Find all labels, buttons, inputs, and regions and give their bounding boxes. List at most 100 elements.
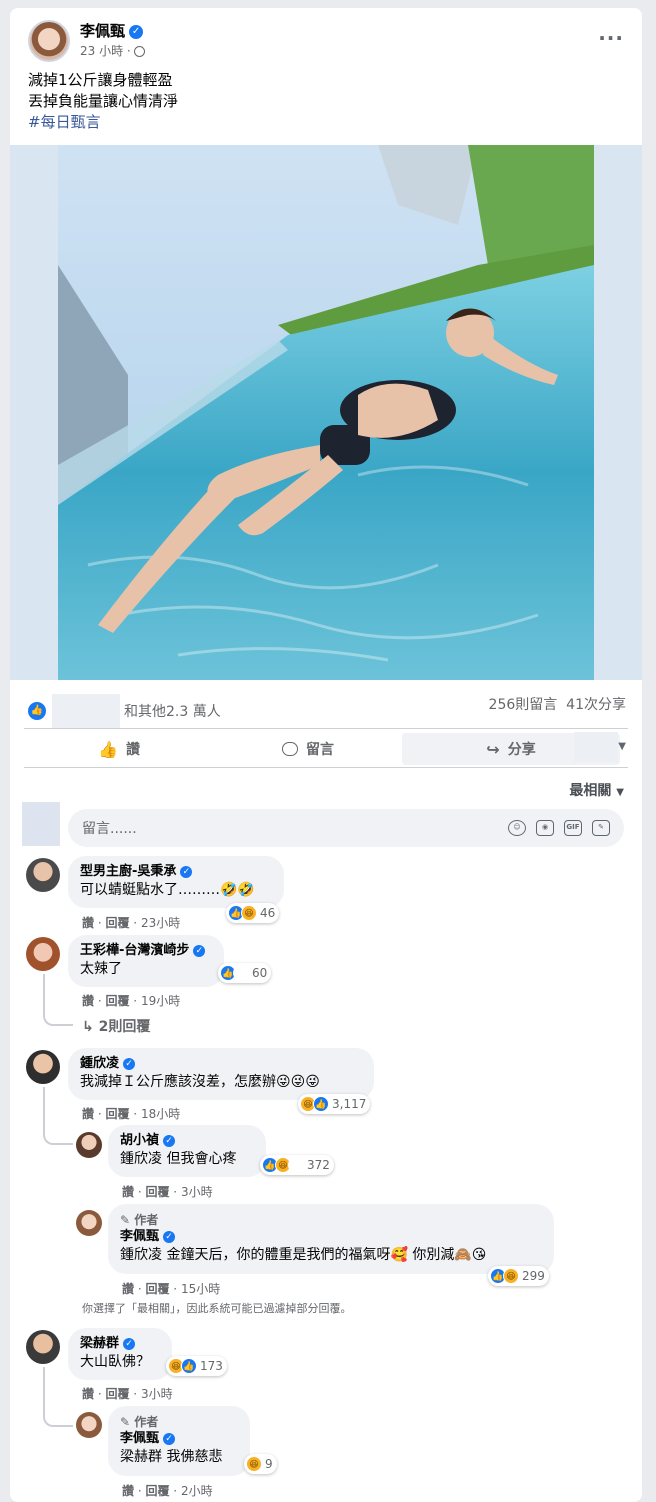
reply-text-row: 鍾欣凌 金鐘天后，你的體重是我們的福氣呀🥰 你別減🙈😘 [120,1246,542,1265]
commenter-name[interactable]: 型男主廚-吳秉承 [80,864,176,879]
reply-like-link[interactable]: 讚 [122,1282,134,1296]
reaction-count: 9 [265,1457,273,1471]
reaction-count: 和其他2.3 萬人 [124,704,221,720]
comment-reactions[interactable]: 👍 😆 46 [226,903,280,923]
verified-icon: ✓ [163,1230,176,1243]
reaction-summary[interactable]: 👍 和其他2.3 萬人 [28,694,221,728]
sticker-icon[interactable]: ✎ [592,820,610,836]
comment-reply-link[interactable]: 回覆 [105,1387,129,1401]
reply-like-link[interactable]: 讚 [122,1484,134,1498]
sort-label: 最相關 [569,783,612,799]
commenter-avatar[interactable] [26,1050,60,1084]
comment-like-link[interactable]: 讚 [82,1107,94,1121]
chevron-down-icon[interactable]: ▼ [618,741,626,752]
replier-avatar[interactable] [76,1132,102,1158]
love-reaction-icon [288,1157,304,1173]
emoji-icon[interactable]: ☺ [508,820,526,836]
blurred-name [52,694,120,728]
reply-reactions[interactable]: 👍 😆 299 [488,1266,549,1286]
verified-icon: ✓ [180,865,193,878]
comment-like-link[interactable]: 讚 [82,916,94,930]
commenter-avatar[interactable] [26,937,60,971]
verified-icon: ✓ [193,944,206,957]
post-time[interactable]: 23 小時 [80,44,123,58]
globe-icon [133,46,145,57]
like-reaction-icon: 👍 [28,702,46,720]
author-row: 李佩甄 ✓ [80,20,144,41]
comment-reactions[interactable]: 😆 👍 3,117 [298,1094,371,1114]
comment-actions: 讚 · 回覆 · 3小時 [82,1387,173,1401]
replier-name[interactable]: 李佩甄 [120,1229,159,1244]
commenter-name[interactable]: 王彩樺-台灣濱崎步 [80,943,189,958]
comment-time[interactable]: 18小時 [141,1107,180,1121]
mention-link[interactable]: 鍾欣凌 [120,1247,162,1263]
hashtag-link[interactable]: #每日甄言 [28,112,178,133]
author-badge-label: 作者 [134,1213,159,1227]
camera-icon[interactable]: ◉ [536,820,554,836]
mention-link[interactable]: 梁赫群 [120,1449,162,1465]
comment-reply-link[interactable]: 回覆 [105,916,129,930]
commenter-avatar[interactable] [26,1330,60,1364]
more-options-button[interactable]: ··· [598,26,624,50]
reply-actions: 讚 · 回覆 · 3小時 [122,1185,213,1199]
replier-avatar[interactable] [76,1412,102,1438]
comment-reply-link[interactable]: 回覆 [105,994,129,1008]
reply-like-link[interactable]: 讚 [122,1185,134,1199]
post-meta: 23 小時 · [80,42,145,59]
mention-link[interactable]: 鍾欣凌 [120,1151,162,1167]
like-reaction-icon: 👍 [313,1096,329,1112]
reply-time[interactable]: 3小時 [181,1185,213,1199]
commenter-name-row: 鍾欣凌 ✓ [80,1055,362,1073]
like-button[interactable]: 👍 讚 [24,733,214,765]
verified-icon: ✓ [123,1337,136,1350]
reply-reactions[interactable]: 👍 😆 372 [260,1155,334,1175]
commenter-name[interactable]: 梁赫群 [80,1336,119,1351]
reply-text: 金鐘天后，你的體重是我們的福氣呀🥰 你別減🙈😘 [166,1247,487,1263]
share-count-link[interactable]: 41次分享 [566,697,626,713]
view-replies-link[interactable]: ↳ 2則回覆 [82,1016,150,1036]
comment-text: 大山臥佛？ [80,1354,150,1370]
commenter-name-row: 型男主廚-吳秉承 ✓ [80,863,272,881]
reaction-count: 372 [307,1158,330,1172]
comment-reactions[interactable]: 😆 👍 173 [166,1356,227,1376]
reply-reactions[interactable]: 😆 9 [244,1454,277,1474]
reply-reply-link[interactable]: 回覆 [145,1282,169,1296]
comment-time[interactable]: 3小時 [141,1387,173,1401]
replier-name[interactable]: 李佩甄 [120,1431,159,1446]
author-name[interactable]: 李佩甄 [80,22,125,40]
gif-icon[interactable]: GIF [564,820,582,836]
verified-icon: ✓ [129,24,144,39]
reply-time[interactable]: 15小時 [181,1282,220,1296]
comment-sort-dropdown[interactable]: 最相關 ▼ [569,780,624,800]
comment-like-link[interactable]: 讚 [82,994,94,1008]
replier-name[interactable]: 胡小禎 [120,1133,159,1148]
verified-icon: ✓ [123,1057,136,1070]
comment-like-link[interactable]: 讚 [82,1387,94,1401]
comment-time[interactable]: 19小時 [141,994,180,1008]
comment-time[interactable]: 23小時 [141,916,180,930]
comment-reply-link[interactable]: 回覆 [105,1107,129,1121]
pool-photo-illustration [58,145,594,680]
post-card: 李佩甄 ✓ 23 小時 · ··· 減掉1公斤讓身體輕盈 丟掉負能量讓心情清淨 #… [10,8,642,1502]
thread-connector [43,1087,73,1145]
like-label: 讚 [125,742,140,758]
post-photo[interactable] [58,145,594,680]
pencil-icon: ✎ [120,1415,131,1429]
reply-actions: 讚 · 回覆 · 15小時 [122,1282,221,1296]
comment-button[interactable]: 留言 [214,733,402,765]
commenter-name[interactable]: 鍾欣凌 [80,1056,119,1071]
comment-reactions[interactable]: 👍 60 [218,963,272,983]
comment-count-link[interactable]: 256則留言 [489,697,558,713]
reply-time[interactable]: 2小時 [181,1484,213,1498]
reply-reply-link[interactable]: 回覆 [145,1185,169,1199]
comment-bubble-icon [282,742,298,756]
comment-input[interactable]: 留言...... ☺ ◉ GIF ✎ [68,809,624,847]
comment-text: 我減掉Ｉ公斤應該沒差，怎麼辦😜😜😜 [80,1074,320,1090]
verified-icon: ✓ [163,1134,176,1147]
replier-avatar[interactable] [76,1210,102,1236]
commenter-name-row: 王彩樺-台灣濱崎步 ✓ [80,942,212,960]
reply-reply-link[interactable]: 回覆 [145,1484,169,1498]
author-avatar[interactable] [28,20,70,62]
commenter-avatar[interactable] [26,858,60,892]
share-label: 分享 [507,742,536,758]
